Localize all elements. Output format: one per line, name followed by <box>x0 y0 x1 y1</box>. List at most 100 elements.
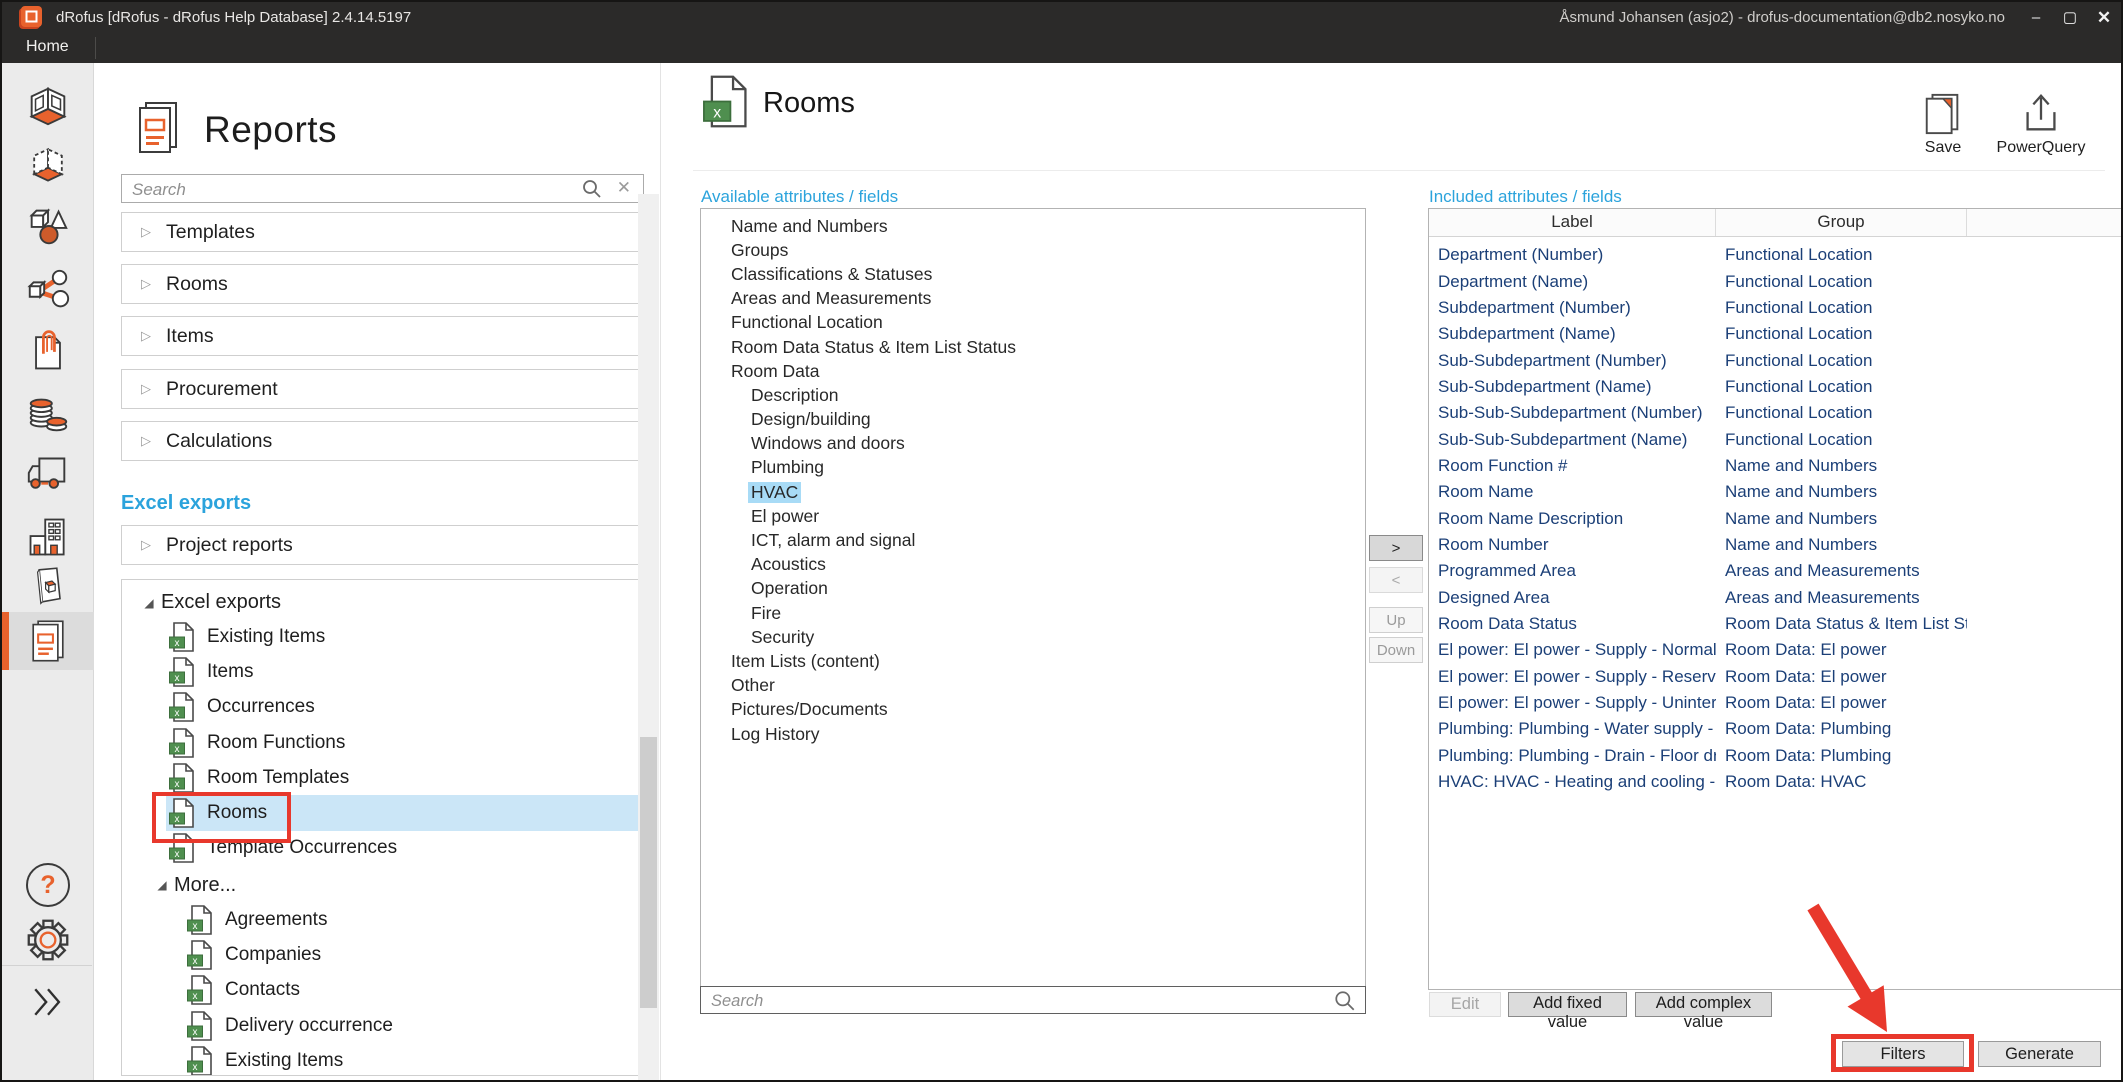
project-reports-category[interactable]: Project reports <box>121 525 642 565</box>
move-up-button[interactable]: Up <box>1369 607 1423 633</box>
tree-item[interactable]: Security <box>701 625 1365 649</box>
expander-icon[interactable] <box>136 223 156 241</box>
sidebar-item-help[interactable]: ? <box>2 856 94 914</box>
table-row[interactable]: Plumbing: Plumbing - Drain - Floor drain… <box>1429 743 2122 769</box>
maximize-button[interactable]: ▢ <box>2053 2 2087 33</box>
sidebar-item-logistics[interactable] <box>2 442 94 500</box>
table-row[interactable]: HVAC: HVAC - Heating and cooling - Cooli… <box>1429 769 2122 795</box>
sidebar-item-item-groups[interactable] <box>2 262 94 320</box>
expander-icon[interactable] <box>136 327 156 345</box>
report-category[interactable]: Calculations <box>121 421 642 461</box>
sidebar-item-buildings[interactable] <box>2 508 94 566</box>
table-row[interactable]: El power: El power - Supply - Normal sup… <box>1429 637 2122 663</box>
tree-item[interactable]: Fire <box>701 601 1365 625</box>
excel-export-item[interactable]: x Room Templates <box>166 760 641 795</box>
table-row[interactable]: Subdepartment (Name) Functional Location <box>1429 321 2122 347</box>
attributes-search-input[interactable] <box>701 987 1313 1015</box>
excel-export-item[interactable]: x Existing Items <box>184 1043 641 1076</box>
reports-search-input[interactable] <box>122 175 584 204</box>
table-row[interactable]: Department (Number) Functional Location <box>1429 242 2122 268</box>
sidebar-item-items[interactable] <box>2 197 94 255</box>
table-row[interactable]: Sub-Subdepartment (Name) Functional Loca… <box>1429 374 2122 400</box>
tree-item[interactable]: HVAC <box>701 480 1365 504</box>
tree-item[interactable]: El power <box>701 504 1365 528</box>
add-fixed-value-button[interactable]: Add fixed value <box>1508 992 1627 1017</box>
tree-item[interactable]: Other <box>701 674 1365 698</box>
excel-export-item[interactable]: x Room Functions <box>166 725 641 760</box>
remove-attribute-button[interactable]: < <box>1369 567 1423 593</box>
table-row[interactable]: Sub-Subdepartment (Number) Functional Lo… <box>1429 347 2122 373</box>
tree-item[interactable]: Functional Location <box>701 311 1365 335</box>
left-panel-scrollbar[interactable] <box>638 194 659 1080</box>
sidebar-item-finance[interactable] <box>2 385 94 443</box>
sidebar-collapse-button[interactable] <box>2 973 94 1031</box>
expander-icon[interactable] <box>136 380 156 398</box>
tree-item[interactable]: Room Data Status & Item List Status <box>701 335 1365 359</box>
powerquery-button[interactable]: PowerQuery <box>1986 91 2096 157</box>
sidebar-item-rooms[interactable] <box>2 77 94 135</box>
search-icon[interactable] <box>581 178 603 200</box>
tree-item[interactable]: Groups <box>701 238 1365 262</box>
tree-item[interactable]: Log History <box>701 722 1365 746</box>
expanded-icon[interactable] <box>152 876 172 894</box>
report-category[interactable]: Procurement <box>121 369 642 409</box>
report-category[interactable]: Items <box>121 316 642 356</box>
table-row[interactable]: Plumbing: Plumbing - Water supply - Sink… <box>1429 716 2122 742</box>
close-button[interactable]: ✕ <box>2087 2 2121 33</box>
tree-node-excel-exports[interactable]: Excel exports <box>139 586 641 619</box>
table-row[interactable]: Designed Area Areas and Measurements <box>1429 584 2122 610</box>
save-button[interactable]: Save <box>1888 91 1998 157</box>
excel-export-item[interactable]: x Delivery occurrence <box>184 1008 641 1043</box>
table-row[interactable]: El power: El power - Supply - Reserve po… <box>1429 664 2122 690</box>
tree-item[interactable]: Description <box>701 383 1365 407</box>
table-row[interactable]: Sub-Sub-Subdepartment (Name) Functional … <box>1429 426 2122 452</box>
excel-export-item[interactable]: x Contacts <box>184 973 641 1008</box>
tree-item[interactable]: Name and Numbers <box>701 214 1365 238</box>
sidebar-item-catalog[interactable] <box>2 565 94 605</box>
table-row[interactable]: Room Data Status Room Data Status & Item… <box>1429 611 2122 637</box>
tree-item[interactable]: Item Lists (content) <box>701 649 1365 673</box>
table-row[interactable]: Programmed Area Areas and Measurements <box>1429 558 2122 584</box>
tree-item[interactable]: Areas and Measurements <box>701 287 1365 311</box>
sidebar-item-room-templates[interactable] <box>2 135 94 193</box>
table-row[interactable]: Room Name Description Name and Numbers <box>1429 505 2122 531</box>
excel-export-item[interactable]: x Agreements <box>184 902 641 937</box>
tree-item[interactable]: Classifications & Statuses <box>701 262 1365 286</box>
excel-export-item[interactable]: x Occurrences <box>166 690 641 725</box>
column-header-group[interactable]: Group <box>1716 209 1967 236</box>
tree-item[interactable]: Plumbing <box>701 456 1365 480</box>
move-down-button[interactable]: Down <box>1369 637 1423 663</box>
tree-item[interactable]: Design/building <box>701 408 1365 432</box>
expander-icon[interactable] <box>136 275 156 293</box>
expanded-icon[interactable] <box>139 594 159 612</box>
tree-item[interactable]: Windows and doors <box>701 432 1365 456</box>
tree-item[interactable]: Room Data <box>701 359 1365 383</box>
menu-home-tab[interactable]: Home <box>26 38 69 56</box>
generate-button[interactable]: Generate <box>1978 1041 2101 1067</box>
expander-icon[interactable] <box>136 536 156 554</box>
tree-node-more[interactable]: More... <box>152 868 641 902</box>
table-row[interactable]: El power: El power - Supply - Uninterrup… <box>1429 690 2122 716</box>
edit-button[interactable]: Edit <box>1429 992 1501 1017</box>
sidebar-item-settings[interactable] <box>2 911 94 969</box>
table-row[interactable]: Department (Name) Functional Location <box>1429 268 2122 294</box>
search-icon[interactable] <box>1333 989 1357 1013</box>
clear-search-icon[interactable]: ✕ <box>617 178 631 198</box>
excel-export-item[interactable]: x Existing Items <box>166 619 641 654</box>
table-row[interactable]: Room Name Name and Numbers <box>1429 479 2122 505</box>
tree-item[interactable]: Acoustics <box>701 553 1365 577</box>
expander-icon[interactable] <box>136 432 156 450</box>
excel-export-item[interactable]: x Companies <box>184 937 641 972</box>
table-row[interactable]: Subdepartment (Number) Functional Locati… <box>1429 295 2122 321</box>
report-category[interactable]: Rooms <box>121 264 642 304</box>
excel-export-item[interactable]: x Items <box>166 654 641 689</box>
tree-item[interactable]: ICT, alarm and signal <box>701 528 1365 552</box>
table-row[interactable]: Sub-Sub-Subdepartment (Number) Functiona… <box>1429 400 2122 426</box>
scrollbar-thumb[interactable] <box>640 737 657 1008</box>
sidebar-item-reports[interactable] <box>2 612 94 670</box>
table-row[interactable]: Room Number Name and Numbers <box>1429 532 2122 558</box>
minimize-button[interactable]: – <box>2019 2 2053 33</box>
add-complex-value-button[interactable]: Add complex value <box>1635 992 1772 1017</box>
tree-item[interactable]: Operation <box>701 577 1365 601</box>
table-row[interactable]: Room Function # Name and Numbers <box>1429 453 2122 479</box>
